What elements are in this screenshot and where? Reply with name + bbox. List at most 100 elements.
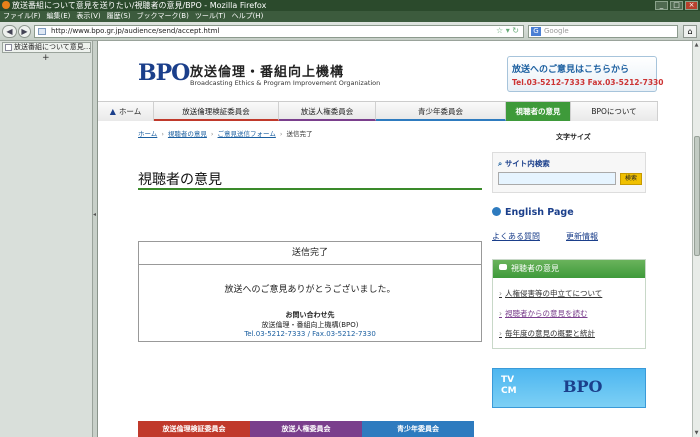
tv-line: TV (501, 375, 515, 385)
page-title: 視聴者の意見 (138, 172, 222, 188)
faq-link[interactable]: よくある質問 (492, 231, 540, 242)
site-search-input[interactable] (498, 172, 616, 185)
viewer-link-label: 視聴者からの意見を読む (505, 309, 588, 318)
main-nav: ▲ ホーム 放送倫理検証委員会 放送人権委員会 青少年委員会 視聴者の意見 BPO… (98, 101, 658, 121)
breadcrumb-separator: › (210, 130, 214, 138)
site-search-button[interactable]: 検索 (620, 173, 642, 185)
navigation-toolbar: ◀ ▶ http://www.bpo.gr.jp/audience/send/a… (0, 22, 700, 41)
speech-bubble-icon (499, 264, 507, 270)
english-page-link[interactable]: English Page (492, 207, 574, 218)
menu-bar: ファイル(F) 編集(E) 表示(V) 履歴(S) ブックマーク(B) ツール(… (0, 11, 700, 22)
search-bar[interactable]: G Google (528, 25, 678, 38)
google-icon: G (531, 27, 541, 36)
breadcrumb-separator: › (161, 130, 164, 138)
opinion-banner[interactable]: 放送へのご意見はこちらから Tel.03-5212-7333 Fax.03-52… (507, 56, 664, 92)
page-icon (5, 44, 12, 51)
footer-nav-youth[interactable]: 青少年委員会 (362, 421, 474, 437)
nav-home-label: ホーム (118, 107, 142, 116)
site-name: 放送倫理・番組向上機構 (190, 65, 345, 80)
footer-nav: 放送倫理検証委員会 放送人権委員会 青少年委員会 (138, 421, 474, 437)
tv-cm-text: TV CM (501, 375, 517, 397)
tv-cm-logo: BPO (563, 377, 603, 396)
nav-youth-committee[interactable]: 青少年委員会 (376, 102, 506, 121)
menu-edit[interactable]: 編集(E) (44, 11, 74, 22)
viewer-opinions-heading: 視聴者の意見 (493, 260, 645, 278)
window-title: 放送番組について意見を送りたい/視聴者の意見/BPO - Mozilla Fir… (12, 1, 267, 10)
footer-nav-ethics[interactable]: 放送倫理検証委員会 (138, 421, 250, 437)
close-icon[interactable]: × (685, 1, 698, 10)
title-underline (138, 188, 482, 190)
site-search-label: ⌕ サイト内検索 (498, 158, 550, 169)
viewer-link-label: 毎年度の意見の概要と統計 (505, 329, 595, 338)
tv-cm-banner[interactable]: TV CM BPO (492, 368, 646, 408)
breadcrumb: ホーム › 視聴者の意見 › ご意見送信フォーム › 送信完了 (138, 128, 312, 138)
arrow-icon: › (499, 289, 502, 298)
menu-bookmarks[interactable]: ブックマーク(B) (134, 11, 192, 22)
new-tab-button[interactable]: + (42, 54, 50, 63)
notice-message: 放送へのご意見ありがとうございました。 (224, 285, 396, 295)
site-name-english: Broadcasting Ethics & Program Improvemen… (190, 79, 381, 87)
contact-label: お問い合わせ先 (285, 311, 335, 319)
breadcrumb-current: 送信完了 (286, 130, 313, 138)
viewer-link-label: 人権侵害等の申立てについて (505, 289, 603, 298)
breadcrumb-separator: › (279, 130, 283, 138)
bookmark-star-icon[interactable]: ☆ ▾ ↻ (496, 25, 519, 36)
tab-label: 放送番組について意見... (14, 43, 91, 51)
opinion-banner-title: 放送へのご意見はこちらから (512, 65, 630, 75)
arrow-icon: › (499, 309, 502, 318)
english-page-label: English Page (505, 207, 574, 218)
vertical-scrollbar[interactable]: ▲ ▼ (692, 41, 700, 437)
menu-help[interactable]: ヘルプ(H) (229, 11, 267, 22)
nav-home[interactable]: ▲ ホーム (98, 102, 154, 121)
magnifier-icon: ⌕ (498, 159, 505, 168)
arrow-icon: › (499, 329, 502, 338)
url-text: http://www.bpo.gr.jp/audience/send/accep… (51, 27, 220, 35)
completion-notice: 送信完了 放送へのご意見ありがとうございました。 お問い合わせ先 放送倫理・番組… (138, 241, 482, 342)
home-button[interactable]: ⌂ (683, 25, 697, 38)
cm-line: CM (501, 386, 517, 396)
maximize-icon[interactable]: □ (670, 1, 683, 10)
notice-heading: 送信完了 (139, 242, 481, 265)
breadcrumb-home[interactable]: ホーム (138, 130, 157, 138)
updates-link[interactable]: 更新情報 (566, 231, 598, 242)
search-placeholder: Google (544, 27, 569, 35)
splitter-grip-icon: ◂ (93, 211, 97, 218)
browser-window: 放送番組について意見を送りたい/視聴者の意見/BPO - Mozilla Fir… (0, 0, 700, 437)
footer-nav-human-rights[interactable]: 放送人権委員会 (250, 421, 362, 437)
breadcrumb-viewer-opinions[interactable]: 視聴者の意見 (168, 130, 207, 138)
nav-viewer-opinions[interactable]: 視聴者の意見 (506, 102, 571, 121)
menu-history[interactable]: 履歴(S) (104, 11, 134, 22)
browser-tab[interactable]: 放送番組について意見... (2, 42, 91, 53)
menu-tools[interactable]: ツール(T) (192, 11, 229, 22)
viewer-link-annual-summary[interactable]: › 毎年度の意見の概要と統計 (499, 328, 595, 339)
site-search-box: ⌕ サイト内検索 検索 (492, 152, 646, 193)
bpo-logo[interactable]: BPO (138, 60, 190, 86)
scroll-up-icon[interactable]: ▲ (693, 42, 700, 48)
title-bar: 放送番組について意見を送りたい/視聴者の意見/BPO - Mozilla Fir… (0, 0, 700, 11)
nav-human-rights-committee[interactable]: 放送人権委員会 (279, 102, 376, 121)
breadcrumb-form[interactable]: ご意見送信フォーム (218, 130, 276, 138)
globe-icon (492, 207, 501, 216)
scroll-down-icon[interactable]: ▼ (693, 430, 700, 436)
firefox-icon (2, 1, 10, 9)
minimize-icon[interactable]: _ (655, 1, 668, 10)
menu-file[interactable]: ファイル(F) (0, 11, 44, 22)
nav-ethics-committee[interactable]: 放送倫理検証委員会 (154, 102, 279, 121)
nav-about-bpo[interactable]: BPOについて (571, 102, 658, 121)
opinion-banner-phone: Tel.03-5212-7333 Fax.03-5212-7330 (512, 78, 664, 87)
viewer-link-read-opinions[interactable]: › 視聴者からの意見を読む (499, 308, 588, 319)
contact-organization: 放送倫理・番組向上機構(BPO) (261, 321, 359, 329)
forward-button[interactable]: ▶ (18, 25, 31, 38)
url-bar[interactable]: http://www.bpo.gr.jp/audience/send/accep… (34, 25, 524, 38)
font-size-label: 文字サイズ (556, 133, 591, 141)
contact-phone: Tel.03-5212-7333 / Fax.03-5212-7330 (244, 330, 376, 338)
tab-sidebar: 放送番組について意見... + (0, 41, 93, 437)
back-button[interactable]: ◀ (2, 25, 17, 38)
home-icon: ▲ (109, 107, 116, 116)
viewer-opinions-heading-text: 視聴者の意見 (511, 264, 559, 273)
menu-view[interactable]: 表示(V) (73, 11, 103, 22)
viewer-opinions-box: 視聴者の意見 › 人権侵害等の申立てについて › 視聴者からの意見を読む › 毎年度の… (492, 259, 646, 349)
scrollbar-thumb[interactable] (694, 136, 700, 256)
page-favicon (38, 28, 46, 35)
viewer-link-rights-complaint[interactable]: › 人権侵害等の申立てについて (499, 288, 602, 299)
